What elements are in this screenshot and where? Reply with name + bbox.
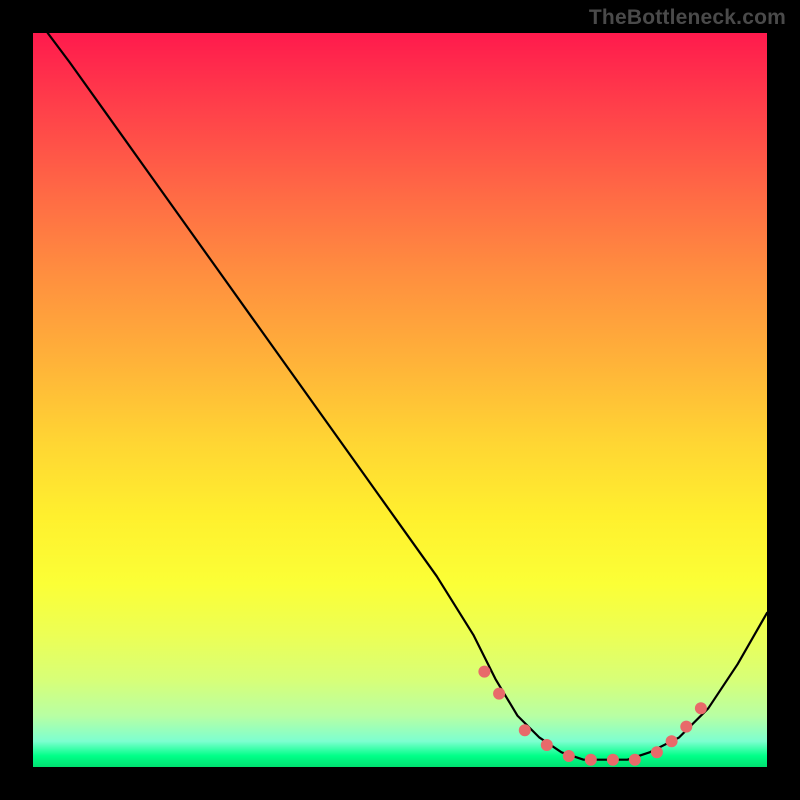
marker-dot (629, 754, 641, 766)
marker-dot (680, 721, 692, 733)
curve-line (48, 33, 767, 760)
marker-dot (563, 750, 575, 762)
bottleneck-curve (48, 33, 767, 760)
marker-dot (493, 688, 505, 700)
marker-dot (585, 754, 597, 766)
plot-area (33, 33, 767, 767)
marker-dot (651, 746, 663, 758)
marker-dot (478, 666, 490, 678)
marker-dot (666, 735, 678, 747)
chart-svg (33, 33, 767, 767)
marker-dot (541, 739, 553, 751)
chart-frame: TheBottleneck.com (0, 0, 800, 800)
marker-dot (607, 754, 619, 766)
marker-dot (519, 724, 531, 736)
curve-markers (478, 666, 707, 766)
watermark-text: TheBottleneck.com (589, 6, 786, 30)
marker-dot (695, 702, 707, 714)
